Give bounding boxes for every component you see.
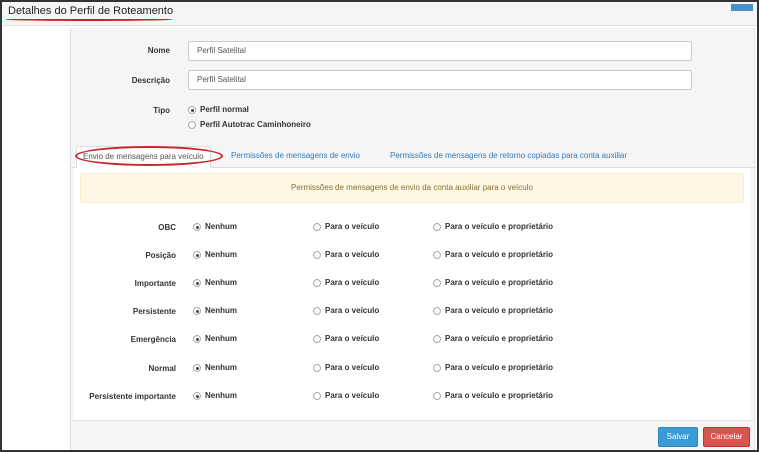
permission-row-label: Posição — [145, 251, 176, 260]
permission-row-label: Persistente importante — [89, 392, 176, 401]
permission-option-label: Para o veículo — [325, 306, 380, 315]
permission-radio-vehicle[interactable] — [313, 392, 321, 400]
name-label: Nome — [147, 46, 170, 55]
page-title: Detalhes do Perfil de Roteamento — [8, 5, 174, 17]
name-input[interactable]: Perfil Satelital — [188, 41, 692, 61]
permission-row-label: Persistente — [132, 307, 176, 316]
permission-radio-vehicle-owner[interactable] — [433, 251, 441, 259]
tab-content — [74, 168, 750, 420]
permission-radio-vehicle-owner[interactable] — [433, 392, 441, 400]
dialog-header: Detalhes do Perfil de Roteamento — [2, 2, 757, 26]
permission-radio-vehicle[interactable] — [313, 364, 321, 372]
permission-radio-vehicle-owner[interactable] — [433, 279, 441, 287]
save-button[interactable]: Salvar — [658, 427, 698, 447]
permission-radio-none[interactable] — [193, 223, 201, 231]
permission-radio-vehicle[interactable] — [313, 223, 321, 231]
permission-option-label: Nenhum — [205, 391, 237, 400]
type-normal-label: Perfil normal — [200, 105, 249, 114]
permission-option-label: Nenhum — [205, 222, 237, 231]
permission-option-label: Para o veículo e proprietário — [445, 363, 554, 372]
description-label: Descrição — [131, 76, 170, 85]
permission-option-label: Nenhum — [205, 250, 237, 259]
info-alert: Permissões de mensagens de envio da cont… — [80, 173, 744, 203]
permission-option-label: Nenhum — [205, 363, 237, 372]
permission-option-label: Para o veículo — [325, 278, 380, 287]
permission-radio-vehicle[interactable] — [313, 335, 321, 343]
permission-radio-none[interactable] — [193, 335, 201, 343]
permission-radio-none[interactable] — [193, 251, 201, 259]
type-autotrac-radio[interactable] — [188, 121, 196, 129]
type-normal-radio[interactable] — [188, 106, 196, 114]
permission-radio-none[interactable] — [193, 364, 201, 372]
permission-option-label: Nenhum — [205, 306, 237, 315]
permission-radio-vehicle-owner[interactable] — [433, 307, 441, 315]
permission-option-label: Para o veículo — [325, 391, 380, 400]
permission-row-label: Emergência — [130, 335, 176, 344]
permission-option-label: Para o veículo e proprietário — [445, 334, 554, 343]
type-autotrac-label: Perfil Autotrac Caminhoneiro — [200, 120, 311, 129]
permission-radio-none[interactable] — [193, 279, 201, 287]
title-highlight-mark — [6, 18, 172, 21]
permission-radio-vehicle[interactable] — [313, 307, 321, 315]
permission-option-label: Para o veículo — [325, 250, 380, 259]
corner-logo-icon — [731, 4, 753, 11]
permission-radio-vehicle[interactable] — [313, 251, 321, 259]
permission-option-label: Para o veículo e proprietário — [445, 306, 554, 315]
permission-option-label: Para o veículo e proprietário — [445, 278, 554, 287]
permission-option-label: Para o veículo e proprietário — [445, 391, 554, 400]
tab-return-permissions[interactable]: Permissões de mensagens de retorno copia… — [384, 146, 633, 168]
tab-send-permissions[interactable]: Permissões de mensagens de envio — [225, 146, 366, 168]
permission-radio-none[interactable] — [193, 392, 201, 400]
permission-option-label: Nenhum — [205, 278, 237, 287]
permission-option-label: Para o veículo — [325, 363, 380, 372]
type-label: Tipo — [153, 106, 170, 115]
permission-radio-vehicle-owner[interactable] — [433, 364, 441, 372]
permission-radio-vehicle-owner[interactable] — [433, 335, 441, 343]
description-input[interactable]: Perfil Satelital — [188, 70, 692, 90]
permission-option-label: Para o veículo e proprietário — [445, 250, 554, 259]
permission-row-label: Normal — [148, 364, 176, 373]
permission-row-label: OBC — [158, 223, 176, 232]
permission-option-label: Para o veículo e proprietário — [445, 222, 554, 231]
permission-radio-vehicle[interactable] — [313, 279, 321, 287]
cancel-button[interactable]: Cancelar — [703, 427, 750, 447]
permission-option-label: Para o veículo — [325, 222, 380, 231]
permission-radio-vehicle-owner[interactable] — [433, 223, 441, 231]
permission-option-label: Nenhum — [205, 334, 237, 343]
permission-row-label: Importante — [134, 279, 176, 288]
active-tab-highlight-mark — [75, 146, 223, 166]
footer-divider — [70, 420, 755, 421]
permission-option-label: Para o veículo — [325, 334, 380, 343]
permission-radio-none[interactable] — [193, 307, 201, 315]
